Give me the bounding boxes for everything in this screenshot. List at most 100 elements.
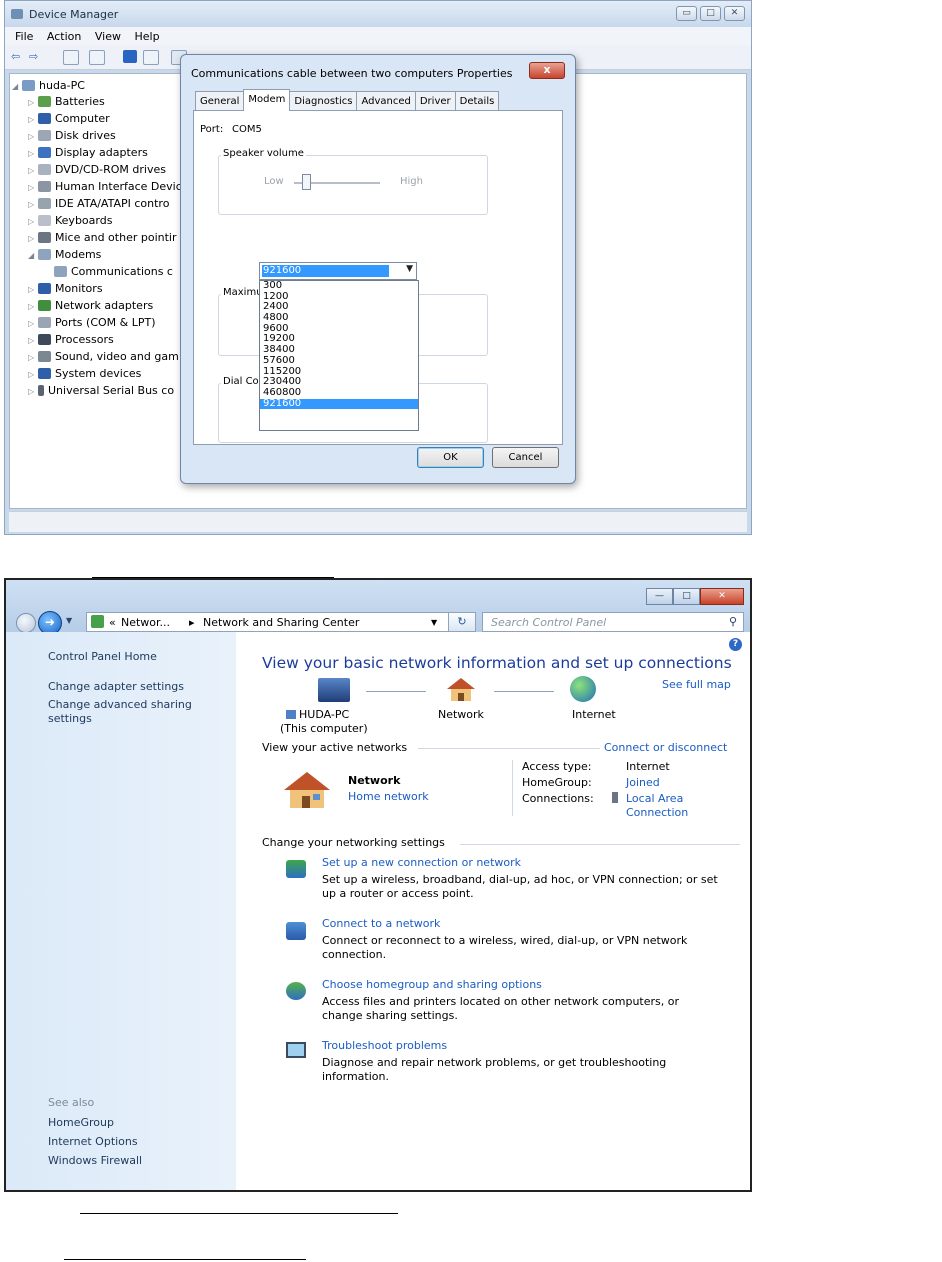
expand-arrow-icon[interactable]: ▷: [28, 112, 38, 128]
task-connect-network-desc-1: Connect or reconnect to a wireless, wire…: [322, 934, 688, 947]
minimize-button[interactable]: —: [646, 588, 673, 605]
expand-arrow-icon[interactable]: ▷: [28, 299, 38, 315]
back-arrow-icon[interactable]: ⇦: [11, 50, 25, 63]
close-button[interactable]: ✕: [700, 588, 744, 605]
tree-item-processors[interactable]: ▷ Processors: [28, 332, 114, 348]
ok-button[interactable]: OK: [417, 447, 484, 468]
tree-item-computer[interactable]: ▷ Computer: [28, 111, 110, 127]
properties-icon[interactable]: [63, 50, 79, 65]
collapse-arrow-icon[interactable]: ◢: [28, 248, 38, 264]
tree-item-ports[interactable]: ▷ Ports (COM & LPT): [28, 315, 156, 331]
task-troubleshoot-link[interactable]: Troubleshoot problems: [322, 1039, 447, 1052]
help-icon[interactable]: ?: [729, 638, 742, 651]
menu-help[interactable]: Help: [134, 30, 159, 43]
internet-options-link[interactable]: Internet Options: [48, 1135, 138, 1148]
refresh-icon[interactable]: ↻: [448, 612, 476, 632]
expand-arrow-icon[interactable]: ▷: [28, 163, 38, 179]
map-computer-sub: (This computer): [280, 722, 368, 735]
expand-arrow-icon[interactable]: ▷: [28, 282, 38, 298]
tab-advanced[interactable]: Advanced: [356, 91, 416, 110]
tab-driver[interactable]: Driver: [414, 91, 456, 110]
expand-arrow-icon[interactable]: ▷: [28, 316, 38, 332]
close-button[interactable]: ✕: [724, 6, 745, 21]
menu-action[interactable]: Action: [47, 30, 81, 43]
breadcrumb-network-sharing-center[interactable]: Network and Sharing Center: [203, 616, 359, 629]
task-homegroup-link[interactable]: Choose homegroup and sharing options: [322, 978, 542, 991]
local-area-connection-link-2[interactable]: Connection: [626, 806, 688, 819]
breadcrumb-network[interactable]: Networ...: [121, 616, 170, 629]
menu-view[interactable]: View: [95, 30, 121, 43]
speed-option[interactable]: 57600: [260, 355, 418, 367]
menu-file[interactable]: File: [15, 30, 33, 43]
expand-arrow-icon[interactable]: ▷: [28, 146, 38, 162]
change-adapter-settings-link[interactable]: Change adapter settings: [48, 680, 184, 693]
tree-item-display-adapters[interactable]: ▷ Display adapters: [28, 145, 148, 161]
expand-arrow-icon[interactable]: ▷: [28, 180, 38, 196]
tree-item-batteries[interactable]: ▷ Batteries: [28, 94, 105, 110]
section-divider: [460, 844, 740, 845]
tree-item-sound[interactable]: ▷ Sound, video and gam: [28, 349, 179, 365]
expand-arrow-icon[interactable]: ▷: [28, 350, 38, 366]
tree-item-communications-cable[interactable]: Communications c: [54, 264, 173, 280]
local-area-connection-link-1[interactable]: Local Area: [626, 792, 683, 805]
tree-item-mice[interactable]: ▷ Mice and other pointir: [28, 230, 176, 246]
tree-item-keyboards[interactable]: ▷ Keyboards: [28, 213, 112, 229]
control-panel-home-link[interactable]: Control Panel Home: [48, 650, 157, 663]
connect-disconnect-link[interactable]: Connect or disconnect: [604, 741, 727, 754]
tree-item-monitors[interactable]: ▷ Monitors: [28, 281, 103, 297]
tab-modem[interactable]: Modem: [243, 89, 291, 111]
connect-network-icon: [286, 922, 306, 940]
recent-pages-icon[interactable]: ▼: [66, 616, 72, 625]
windows-firewall-link[interactable]: Windows Firewall: [48, 1154, 142, 1167]
tree-item-dvd-drives[interactable]: ▷ DVD/CD-ROM drives: [28, 162, 166, 178]
homegroup-joined-link[interactable]: Joined: [626, 776, 660, 789]
tree-item-hid[interactable]: ▷ Human Interface Devic: [28, 179, 182, 195]
tab-diagnostics[interactable]: Diagnostics: [289, 91, 358, 110]
see-full-map-link[interactable]: See full map: [662, 678, 731, 691]
search-icon[interactable]: ⚲: [729, 615, 737, 628]
speed-option[interactable]: 460800: [260, 387, 418, 399]
expand-arrow-icon[interactable]: ▷: [28, 95, 38, 111]
speed-option-selected[interactable]: 921600: [260, 398, 418, 410]
network-adapter-icon: [38, 300, 51, 311]
search-input[interactable]: Search Control Panel ⚲: [482, 612, 744, 632]
dialog-close-button[interactable]: x: [529, 62, 565, 79]
tree-item-system-devices[interactable]: ▷ System devices: [28, 366, 141, 382]
tree-item-network-adapters[interactable]: ▷ Network adapters: [28, 298, 153, 314]
expand-arrow-icon[interactable]: ▷: [28, 333, 38, 349]
expand-arrow-icon[interactable]: ▷: [28, 129, 38, 145]
tree-item-modems[interactable]: ◢ Modems: [28, 247, 101, 263]
minimize-button[interactable]: ▭: [676, 6, 697, 21]
forward-arrow-icon[interactable]: ⇨: [29, 50, 43, 63]
expand-arrow-icon[interactable]: ▷: [28, 367, 38, 383]
back-button[interactable]: [16, 613, 36, 633]
address-dropdown-icon[interactable]: ▼: [431, 618, 437, 627]
speaker-volume-slider[interactable]: [302, 174, 311, 190]
chevron-down-icon[interactable]: ▼: [406, 264, 413, 274]
change-advanced-sharing-link[interactable]: Change advanced sharing settings: [48, 698, 218, 726]
tree-root[interactable]: ◢ huda-PC: [12, 78, 85, 94]
port-speed-select[interactable]: 921600 ▼: [259, 262, 417, 280]
collapse-arrow-icon[interactable]: ◢: [12, 79, 22, 95]
tree-item-ide[interactable]: ▷ IDE ATA/ATAPI contro: [28, 196, 169, 212]
address-bar[interactable]: « Networ... ▸ Network and Sharing Center…: [86, 612, 476, 632]
tab-general[interactable]: General: [195, 91, 245, 110]
tree-item-disk-drives[interactable]: ▷ Disk drives: [28, 128, 116, 144]
home-network-link[interactable]: Home network: [348, 790, 429, 803]
task-connect-network-link[interactable]: Connect to a network: [322, 917, 440, 930]
help-icon[interactable]: [123, 50, 137, 63]
expand-arrow-icon[interactable]: ▷: [28, 214, 38, 230]
expand-arrow-icon[interactable]: ▷: [28, 384, 38, 400]
expand-arrow-icon[interactable]: ▷: [28, 231, 38, 247]
homegroup-link[interactable]: HomeGroup: [48, 1116, 114, 1129]
address-chevron[interactable]: «: [109, 616, 116, 629]
tree-item-usb[interactable]: ▷ Universal Serial Bus co: [28, 383, 174, 399]
task-setup-connection-link[interactable]: Set up a new connection or network: [322, 856, 521, 869]
tab-details[interactable]: Details: [454, 91, 500, 110]
maximize-button[interactable]: □: [673, 588, 700, 605]
details-icon[interactable]: [143, 50, 159, 65]
maximize-button[interactable]: □: [700, 6, 721, 21]
expand-arrow-icon[interactable]: ▷: [28, 197, 38, 213]
list-view-icon[interactable]: [89, 50, 105, 65]
cancel-button[interactable]: Cancel: [492, 447, 559, 468]
